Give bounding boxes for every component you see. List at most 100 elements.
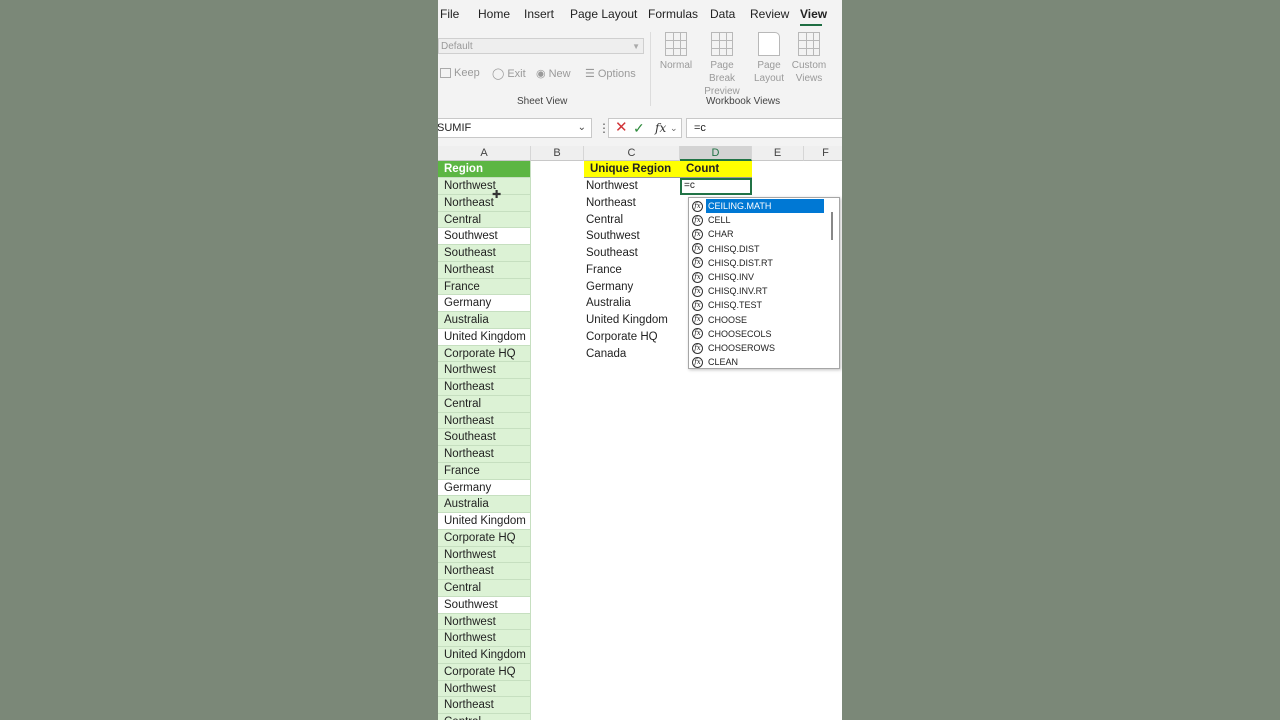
column-header-b[interactable]: B [531, 146, 584, 161]
unique-region-cell[interactable]: Northwest [580, 178, 676, 195]
unique-region-cell[interactable]: Corporate HQ [580, 329, 676, 346]
region-cell[interactable]: United Kingdom [438, 513, 531, 530]
region-cell[interactable]: Northwest [438, 178, 531, 195]
formula-controls: ✕ ✓ fx ⌄ [608, 118, 682, 138]
region-cell[interactable]: Northwest [438, 630, 531, 647]
formula-input[interactable]: =c [686, 118, 842, 138]
region-cell[interactable]: Northeast [438, 194, 531, 212]
region-cell[interactable]: Corporate HQ [438, 529, 531, 547]
tab-formulas[interactable]: Formulas [648, 7, 698, 21]
tab-home[interactable]: Home [478, 7, 510, 21]
region-cell[interactable]: Southeast [438, 245, 531, 262]
autocomplete-scrollbar[interactable] [831, 212, 833, 240]
chevron-down-icon[interactable]: ⌄ [670, 119, 678, 137]
sheet-view-select[interactable]: Default ▼ [438, 38, 644, 54]
autocomplete-item[interactable]: fx CHISQ.DIST.RT [692, 256, 775, 270]
autocomplete-item[interactable]: fx CHISQ.INV.RT [692, 284, 770, 298]
unique-region-cell[interactable]: Southwest [580, 228, 676, 245]
column-header-f[interactable]: F [804, 146, 842, 161]
autocomplete-item[interactable]: fx CHISQ.DIST [692, 242, 762, 256]
autocomplete-item[interactable]: fx CHOOSECOLS [692, 327, 774, 341]
options-button[interactable]: ☰ Options [585, 67, 636, 81]
region-cell[interactable]: Australia [438, 496, 531, 513]
name-box[interactable]: SUMIF ⌄ [438, 118, 592, 138]
autocomplete-item[interactable]: fx CHISQ.INV [692, 270, 756, 284]
autocomplete-item[interactable]: fx CLEAN [692, 355, 740, 368]
autocomplete-item[interactable]: fx CHAR [692, 227, 736, 241]
column-header-d[interactable]: D [680, 146, 752, 161]
region-cell[interactable]: France [438, 278, 531, 296]
region-cell[interactable]: Southwest [438, 596, 531, 614]
autocomplete-item[interactable]: fx CHOOSEROWS [692, 341, 777, 355]
region-cell[interactable]: Northeast [438, 261, 531, 279]
region-cell[interactable]: Corporate HQ [438, 345, 531, 363]
page-break-preview-button[interactable]: Page Break Preview [698, 32, 746, 98]
region-cell[interactable]: Northwest [438, 546, 531, 564]
tab-data[interactable]: Data [710, 7, 735, 21]
tab-view[interactable]: View [800, 7, 827, 21]
region-cell[interactable]: Northwest [438, 362, 531, 379]
region-cell[interactable]: Central [438, 580, 531, 597]
count-header-cell[interactable]: Count [680, 161, 752, 178]
region-cell[interactable]: France [438, 462, 531, 480]
region-cell[interactable]: Germany [438, 479, 531, 497]
keep-button[interactable]: Keep [440, 67, 480, 79]
region-cell[interactable]: Central [438, 211, 531, 229]
unique-region-cell[interactable]: Northeast [580, 195, 676, 212]
autocomplete-item-label: CHOOSE [708, 314, 748, 325]
unique-region-cell[interactable]: Germany [580, 279, 676, 296]
region-cell[interactable]: Corporate HQ [438, 663, 531, 681]
unique-region-cell[interactable]: Australia [580, 295, 676, 312]
unique-region-cell[interactable]: Southeast [580, 245, 676, 262]
region-cell[interactable]: Northeast [438, 379, 531, 396]
column-header-c[interactable]: C [584, 146, 680, 161]
unique-region-cell[interactable]: United Kingdom [580, 312, 676, 329]
region-cell[interactable]: Southeast [438, 429, 531, 446]
function-autocomplete-list[interactable]: fx CEILING.MATH fx CELL fx CHAR fx CHISQ.DIST fx… [688, 197, 840, 369]
autocomplete-item[interactable]: fx CEILING.MATH [692, 199, 824, 213]
region-cell[interactable]: United Kingdom [438, 647, 531, 664]
sheet-view-group-label: Sheet View [517, 96, 568, 107]
tab-review[interactable]: Review [750, 7, 789, 21]
exit-view-icon: ◯ [492, 68, 505, 80]
region-cell[interactable]: Northeast [438, 697, 531, 714]
exit-button[interactable]: ◯ Exit [492, 67, 526, 81]
worksheet-grid[interactable]: A B C D E F Region Unique Region Count =… [438, 146, 842, 720]
cancel-icon[interactable]: ✕ [615, 119, 628, 137]
region-cell[interactable]: Australia [438, 312, 531, 329]
tab-page-layout[interactable]: Page Layout [570, 7, 637, 21]
autocomplete-item[interactable]: fx CELL [692, 213, 733, 227]
new-button[interactable]: ◉ New [536, 67, 571, 81]
unique-region-cell[interactable]: Central [580, 212, 676, 229]
custom-views-button[interactable]: Custom Views [786, 32, 832, 85]
tab-insert[interactable]: Insert [524, 7, 554, 21]
column-header-e[interactable]: E [752, 146, 804, 161]
region-header-cell[interactable]: Region [438, 161, 531, 178]
tab-file[interactable]: File [440, 7, 459, 21]
unique-region-header-cell[interactable]: Unique Region [584, 161, 680, 178]
region-cell[interactable]: Northeast [438, 563, 531, 580]
region-cell[interactable]: Central [438, 395, 531, 413]
region-cell[interactable]: Northwest [438, 613, 531, 631]
unique-region-cell[interactable]: France [580, 262, 676, 279]
insert-function-icon[interactable]: fx [655, 120, 666, 136]
normal-label: Normal [659, 60, 693, 71]
function-icon: fx [692, 328, 703, 340]
region-cell[interactable]: Northwest [438, 680, 531, 698]
region-cell[interactable]: United Kingdom [438, 328, 531, 346]
autocomplete-item[interactable]: fx CHISQ.TEST [692, 298, 764, 312]
region-cell[interactable]: Germany [438, 295, 531, 312]
normal-view-button[interactable]: Normal [652, 32, 700, 72]
unique-region-cell[interactable]: Canada [580, 346, 676, 363]
column-header-a[interactable]: A [438, 146, 531, 161]
region-cell[interactable]: Northeast [438, 446, 531, 463]
autocomplete-item[interactable]: fx CHOOSE [692, 313, 749, 327]
sheet-view-select-value: Default [441, 41, 473, 52]
enter-check-icon[interactable]: ✓ [633, 119, 645, 137]
region-cell[interactable]: Northeast [438, 412, 531, 430]
page-layout-label: Page Layout [753, 60, 785, 84]
function-icon: fx [692, 243, 703, 255]
region-cell[interactable]: Central [438, 714, 531, 720]
active-cell-d2[interactable]: =c [680, 178, 752, 195]
region-cell[interactable]: Southwest [438, 228, 531, 245]
